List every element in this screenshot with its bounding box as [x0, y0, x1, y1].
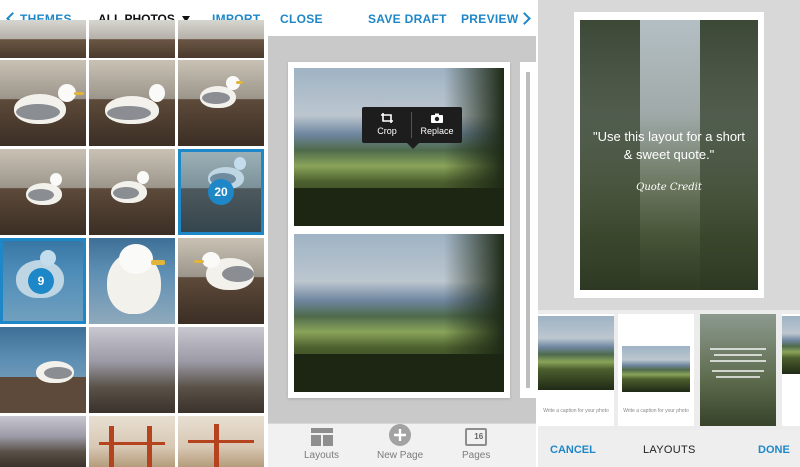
layout-thumbnail[interactable] — [700, 314, 776, 426]
quote-background-photo: "Use this layout for a short & sweet quo… — [580, 20, 758, 290]
photo-thumbnail-selected[interactable]: 20 — [178, 149, 264, 235]
photo-thumbnail[interactable] — [89, 60, 175, 146]
layout-thumbnail[interactable]: Write a caption for your photo — [538, 314, 614, 426]
crop-button[interactable]: Crop — [362, 107, 412, 143]
layouts-bottom-bar: CANCEL LAYOUTS DONE — [538, 430, 800, 467]
photo-thumbnail-selected[interactable]: 9 — [0, 238, 86, 324]
quote-credit: Quote Credit — [636, 182, 702, 193]
photo-picker-panel: THEMES ALL PHOTOS IMPORT 20 9 — [0, 0, 266, 467]
editor-bottom-bar: Layouts New Page 16 Pages — [268, 423, 536, 467]
next-page-card[interactable] — [520, 62, 536, 398]
photo-thumbnail[interactable] — [178, 327, 264, 413]
layout-thumbnail[interactable] — [782, 314, 800, 426]
quote-text: "Use this layout for a short & sweet quo… — [592, 129, 745, 162]
done-button[interactable]: DONE — [758, 444, 790, 456]
page-photo-top[interactable] — [294, 68, 504, 226]
layout-thumbnail-strip: Write a caption for your photo Write a c… — [538, 310, 800, 430]
layout-caption: Write a caption for your photo — [623, 408, 689, 414]
layout-caption: Write a caption for your photo — [543, 408, 609, 414]
layouts-icon — [310, 428, 333, 446]
cancel-button[interactable]: CANCEL — [550, 444, 596, 456]
photo-thumbnail[interactable] — [178, 20, 264, 58]
pages-label: Pages — [462, 450, 491, 461]
new-page-button[interactable]: New Page — [377, 424, 424, 461]
selection-order-badge: 9 — [28, 268, 54, 294]
photo-thumbnail[interactable] — [0, 20, 86, 58]
page-editor-panel: CLOSE SAVE DRAFT PREVIEW Crop Replace La… — [268, 0, 536, 467]
quote-layout-preview[interactable]: "Use this layout for a short & sweet quo… — [574, 12, 764, 298]
photo-thumbnail[interactable] — [89, 20, 175, 58]
pages-icon: 16 — [465, 428, 488, 446]
photo-thumbnail[interactable] — [178, 238, 264, 324]
photo-grid: 20 9 — [0, 20, 266, 467]
chevron-right-icon — [518, 12, 532, 25]
layout-thumbnail[interactable]: Write a caption for your photo — [618, 314, 694, 426]
photo-thumbnail[interactable] — [0, 416, 86, 467]
plus-circle-icon — [389, 424, 412, 446]
camera-icon — [431, 113, 443, 123]
preview-label: PREVIEW — [461, 12, 519, 26]
layouts-title: LAYOUTS — [643, 444, 696, 456]
photo-thumbnail[interactable] — [89, 149, 175, 235]
save-draft-button[interactable]: SAVE DRAFT — [368, 12, 447, 26]
editor-header: CLOSE SAVE DRAFT PREVIEW — [268, 0, 536, 36]
photo-thumbnail[interactable] — [0, 327, 86, 413]
selection-order-badge: 20 — [208, 179, 234, 205]
layouts-button[interactable]: Layouts — [304, 428, 339, 461]
new-page-label: New Page — [377, 450, 424, 461]
pages-count: 16 — [474, 432, 484, 441]
photo-thumbnail[interactable] — [89, 416, 175, 467]
close-button[interactable]: CLOSE — [280, 12, 323, 26]
pages-button[interactable]: 16 Pages — [462, 428, 490, 461]
photo-thumbnail[interactable] — [178, 416, 264, 467]
crop-icon — [381, 113, 393, 123]
photo-thumbnail[interactable] — [0, 60, 86, 146]
preview-button[interactable]: PREVIEW — [461, 12, 532, 26]
photo-thumbnail[interactable] — [89, 327, 175, 413]
layouts-panel: "Use this layout for a short & sweet quo… — [538, 0, 800, 467]
replace-button[interactable]: Replace — [412, 107, 462, 143]
replace-label: Replace — [420, 126, 454, 136]
photo-thumbnail[interactable] — [0, 149, 86, 235]
layouts-label: Layouts — [304, 450, 340, 461]
page-photo-bottom[interactable] — [294, 234, 504, 392]
photo-thumbnail[interactable] — [89, 238, 175, 324]
photo-action-tooltip: Crop Replace — [362, 107, 462, 149]
crop-label: Crop — [377, 126, 397, 136]
photo-thumbnail[interactable] — [178, 60, 264, 146]
